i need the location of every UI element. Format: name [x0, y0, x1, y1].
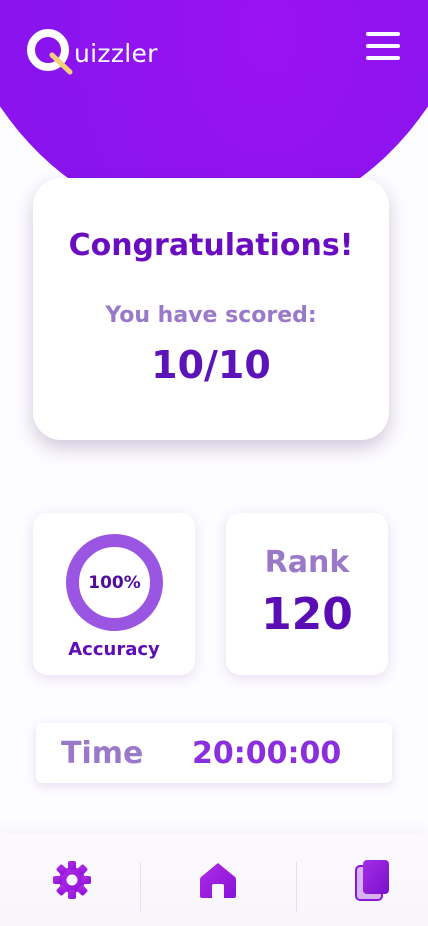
nav-home-button[interactable]	[196, 858, 240, 902]
congratulations-heading: Congratulations!	[68, 228, 354, 263]
rank-label: Rank	[264, 545, 350, 580]
nav-cards-button[interactable]	[350, 858, 394, 902]
home-icon	[200, 863, 236, 898]
menu-line	[366, 44, 400, 48]
time-label: Time	[61, 736, 144, 771]
score-value: 10/10	[151, 343, 271, 387]
bottom-navigation	[0, 834, 428, 926]
nav-settings-button[interactable]	[50, 858, 94, 902]
quizzler-logo-icon	[24, 26, 76, 78]
nav-divider	[140, 862, 141, 912]
cards-icon	[355, 860, 389, 901]
accuracy-ring: 100%	[66, 534, 163, 631]
accuracy-card: 100% Accuracy	[33, 513, 195, 675]
menu-line	[366, 56, 400, 60]
hamburger-menu-button[interactable]	[366, 32, 402, 60]
accuracy-label: Accuracy	[68, 639, 160, 660]
time-card: Time 20:00:00	[36, 723, 392, 783]
scored-label: You have scored:	[105, 303, 317, 328]
app-title: uizzler	[74, 38, 158, 68]
rank-value: 120	[261, 589, 353, 640]
rank-card: Rank 120	[226, 513, 388, 675]
menu-line	[366, 32, 400, 36]
time-value: 20:00:00	[192, 736, 342, 771]
accuracy-value: 100%	[88, 572, 141, 593]
quiz-result-screen: uizzler Congratulations! You have scored…	[0, 0, 428, 926]
gear-icon	[53, 861, 91, 899]
score-card: Congratulations! You have scored: 10/10	[33, 178, 389, 440]
app-logo: uizzler	[24, 26, 158, 78]
nav-divider	[296, 862, 297, 912]
